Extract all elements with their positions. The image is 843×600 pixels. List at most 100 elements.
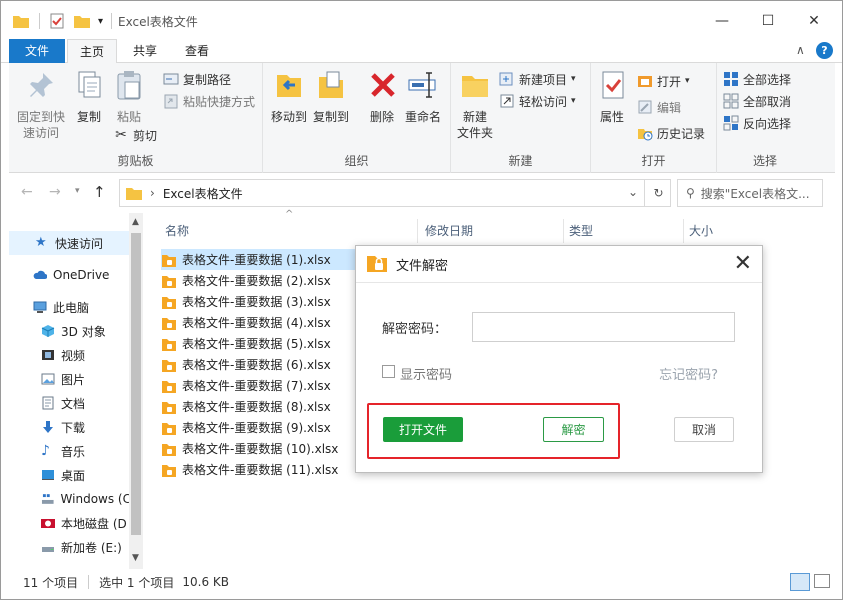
tab-share[interactable]: 共享 [123, 39, 167, 63]
music-note-icon: ♪ [41, 443, 50, 459]
open-group-label: 打开 [641, 154, 666, 168]
show-password-label[interactable]: 显示密码 [400, 364, 452, 383]
column-header-name[interactable]: 名称 [165, 219, 189, 243]
nav-label: 下载 [61, 420, 86, 435]
copy-to-button[interactable]: 复制到 [311, 69, 351, 125]
history-button[interactable]: 历史记录 [637, 123, 705, 143]
invert-selection-button[interactable]: 反向选择 [723, 113, 791, 133]
up-arrow-icon[interactable]: ↑ [93, 183, 106, 201]
encrypted-file-icon [162, 296, 176, 309]
properties-check-icon[interactable] [50, 13, 64, 29]
new-folder-label-1: 新建 [462, 110, 487, 124]
delete-x-icon [371, 73, 395, 97]
pin-label-line2: 速访问 [22, 126, 59, 140]
folder-icon[interactable] [13, 14, 29, 28]
scroll-thumb[interactable] [131, 233, 141, 535]
delete-button[interactable]: 删除 [367, 69, 397, 125]
column-header-date[interactable]: 修改日期 [425, 219, 473, 243]
copy-path-button[interactable]: 复制路径 [163, 69, 231, 89]
edit-button[interactable]: 编辑 [637, 97, 681, 117]
paste-button[interactable]: 粘贴 [111, 69, 147, 125]
file-name: 表格文件-重要数据 (4).xlsx [182, 316, 331, 330]
decrypt-button[interactable]: 解密 [543, 417, 604, 442]
collapse-ribbon-icon[interactable]: ∧ [796, 43, 805, 57]
nav-item-drive-d[interactable]: 本地磁盘 (D [9, 511, 131, 535]
desktop-icon [42, 470, 54, 480]
easy-access-label: 轻松访问 [519, 94, 568, 109]
show-password-checkbox[interactable] [382, 365, 395, 378]
address-path[interactable]: Excel表格文件 [163, 185, 243, 202]
column-separator[interactable] [683, 219, 684, 243]
open-button[interactable]: 打开 ▾ [637, 71, 690, 91]
address-box[interactable]: › Excel表格文件 ⌄ ↻ [119, 179, 671, 207]
nav-item-documents[interactable]: 文档 [9, 391, 131, 415]
column-header-type[interactable]: 类型 [569, 219, 593, 243]
tab-home[interactable]: 主页 [67, 39, 117, 64]
address-dropdown-icon[interactable]: ⌄ [628, 185, 638, 199]
cancel-button[interactable]: 取消 [674, 417, 734, 442]
encrypted-file-icon [162, 254, 176, 267]
help-icon[interactable]: ? [816, 42, 833, 59]
local-disk-icon [41, 519, 55, 528]
column-header-size[interactable]: 大小 [689, 219, 713, 243]
scroll-up-icon[interactable]: ▲ [132, 217, 139, 227]
search-box[interactable]: ⚲ 搜索"Excel表格文... [677, 179, 823, 207]
rename-label: 重命名 [404, 110, 441, 124]
move-to-button[interactable]: 移动到 [269, 69, 309, 125]
back-arrow-icon[interactable]: ← [21, 184, 33, 200]
tab-file[interactable]: 文件 [9, 39, 65, 63]
ribbon-tabs: 文件 主页 共享 查看 ∧ ? [1, 39, 842, 64]
scissors-icon: ✂ [115, 127, 127, 143]
paste-shortcut-button[interactable]: 粘贴快捷方式 [163, 91, 255, 111]
dialog-title: 文件解密 [396, 259, 449, 274]
title-bar: ▾ Excel表格文件 — ☐ ✕ [1, 1, 842, 39]
nav-scrollbar[interactable]: ▲ ▼ [129, 213, 143, 569]
rename-button[interactable]: 重命名 [403, 69, 443, 125]
open-icon [638, 76, 652, 87]
column-separator[interactable] [563, 219, 564, 243]
password-input[interactable] [472, 312, 735, 342]
new-item-button[interactable]: 新建项目 ▾ [499, 69, 576, 89]
separator [88, 575, 90, 589]
copy-label: 复制 [76, 110, 101, 124]
minimize-button[interactable]: — [700, 7, 744, 35]
organize-group: 移动到 复制到 删除 重命名 组织 [263, 63, 451, 173]
details-view-icon[interactable] [790, 573, 810, 591]
cut-button[interactable]: ✂ 剪切 [113, 125, 157, 145]
file-name: 表格文件-重要数据 (3).xlsx [182, 295, 331, 309]
file-name: 表格文件-重要数据 (10).xlsx [182, 442, 339, 456]
pin-quick-access-button[interactable]: 固定到快 速访问 [13, 69, 69, 141]
new-folder-button[interactable]: 新建 文件夹 [457, 69, 493, 141]
refresh-icon[interactable]: ↻ [644, 180, 672, 206]
dialog-close-icon[interactable]: ✕ [734, 250, 752, 278]
customize-toolbar-chevron-icon[interactable]: ▾ [98, 16, 103, 27]
nav-item-desktop[interactable]: 桌面 [9, 463, 131, 487]
nav-item-downloads[interactable]: 下载 [9, 415, 131, 439]
nav-item-3d-objects[interactable]: 3D 对象 [9, 319, 131, 343]
column-separator[interactable] [417, 219, 418, 243]
forward-arrow-icon[interactable]: → [49, 184, 61, 200]
recent-locations-chevron-icon[interactable]: ▾ [75, 186, 80, 196]
close-button[interactable]: ✕ [792, 7, 836, 35]
large-icons-view-icon[interactable] [814, 574, 830, 588]
copy-button[interactable]: 复制 [71, 69, 107, 125]
properties-button[interactable]: 属性 [597, 69, 627, 125]
nav-item-music[interactable]: ♪ 音乐 [9, 439, 131, 463]
nav-item-videos[interactable]: 视频 [9, 343, 131, 367]
nav-item-onedrive[interactable]: OneDrive [9, 263, 131, 287]
nav-item-drive-c[interactable]: Windows (C [9, 487, 131, 511]
select-all-button[interactable]: 全部选择 [723, 69, 791, 89]
tab-view[interactable]: 查看 [175, 39, 219, 63]
nav-item-quick-access[interactable]: ★ 快速访问 [9, 231, 131, 255]
new-folder-icon[interactable] [74, 14, 90, 28]
open-file-button[interactable]: 打开文件 [383, 417, 463, 442]
nav-item-this-pc[interactable]: 此电脑 [9, 295, 131, 319]
maximize-button[interactable]: ☐ [746, 7, 790, 35]
easy-access-button[interactable]: 轻松访问 ▾ [499, 91, 576, 111]
forgot-password-link[interactable]: 忘记密码? [659, 364, 718, 383]
nav-item-drive-e[interactable]: 新加卷 (E:) [9, 535, 131, 559]
nav-item-pictures[interactable]: 图片 [9, 367, 131, 391]
scroll-down-icon[interactable]: ▼ [132, 553, 139, 563]
select-none-button[interactable]: 全部取消 [723, 91, 791, 111]
encrypted-file-icon [162, 464, 176, 477]
